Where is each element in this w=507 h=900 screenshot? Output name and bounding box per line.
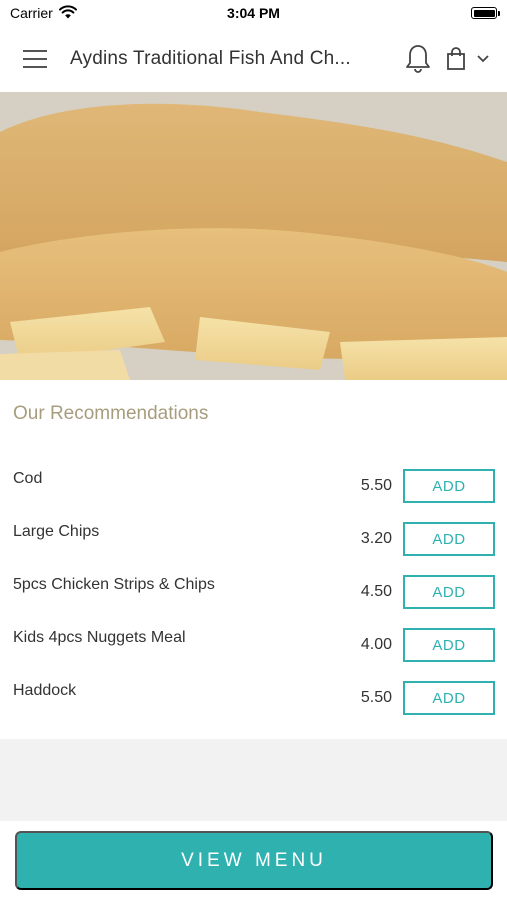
list-item: Kids 4pcs Nuggets Meal 4.00 ADD [0, 618, 507, 671]
battery-fill [473, 9, 495, 17]
list-item: 5pcs Chicken Strips & Chips 4.50 ADD [0, 565, 507, 618]
item-price: 3.20 [360, 530, 392, 547]
item-price: 5.50 [360, 477, 392, 494]
recommendations-list: Cod 5.50 ADD Large Chips 3.20 ADD 5pcs C… [0, 459, 507, 724]
status-left: Carrier [10, 4, 77, 22]
item-name: 5pcs Chicken Strips & Chips [13, 576, 215, 593]
item-price: 5.50 [360, 689, 392, 706]
shopping-bag-icon[interactable] [439, 37, 473, 81]
item-name: Kids 4pcs Nuggets Meal [13, 629, 186, 646]
battery-icon [471, 7, 500, 19]
carrier-label: Carrier [10, 5, 53, 21]
restaurant-title: Aydins Traditional Fish And Ch... [70, 48, 351, 69]
footer: VIEW MENU [0, 821, 507, 900]
chevron-down-icon[interactable] [473, 37, 493, 81]
hamburger-icon[interactable] [0, 26, 70, 92]
item-name: Haddock [13, 682, 77, 699]
list-item: Cod 5.50 ADD [0, 459, 507, 512]
add-button[interactable]: ADD [403, 681, 495, 715]
add-button[interactable]: ADD [403, 575, 495, 609]
hero-image [0, 92, 507, 380]
add-button[interactable]: ADD [403, 469, 495, 503]
app-header: Aydins Traditional Fish And Ch... [0, 26, 507, 92]
add-button[interactable]: ADD [403, 628, 495, 662]
item-price: 4.00 [360, 636, 392, 653]
fish-and-chips-photo [0, 92, 507, 380]
item-price: 4.50 [360, 583, 392, 600]
recommendations-title: Our Recommendations [13, 403, 209, 424]
status-bar: Carrier 3:04 PM [0, 0, 507, 26]
view-menu-button[interactable]: VIEW MENU [15, 831, 493, 890]
bell-icon[interactable] [397, 37, 439, 81]
list-item: Large Chips 3.20 ADD [0, 512, 507, 565]
add-button[interactable]: ADD [403, 522, 495, 556]
header-actions [397, 37, 507, 81]
item-name: Cod [13, 470, 43, 487]
spacer-area [0, 739, 507, 821]
item-name: Large Chips [13, 523, 100, 540]
wifi-icon [58, 4, 77, 22]
list-item: Haddock 5.50 ADD [0, 671, 507, 724]
